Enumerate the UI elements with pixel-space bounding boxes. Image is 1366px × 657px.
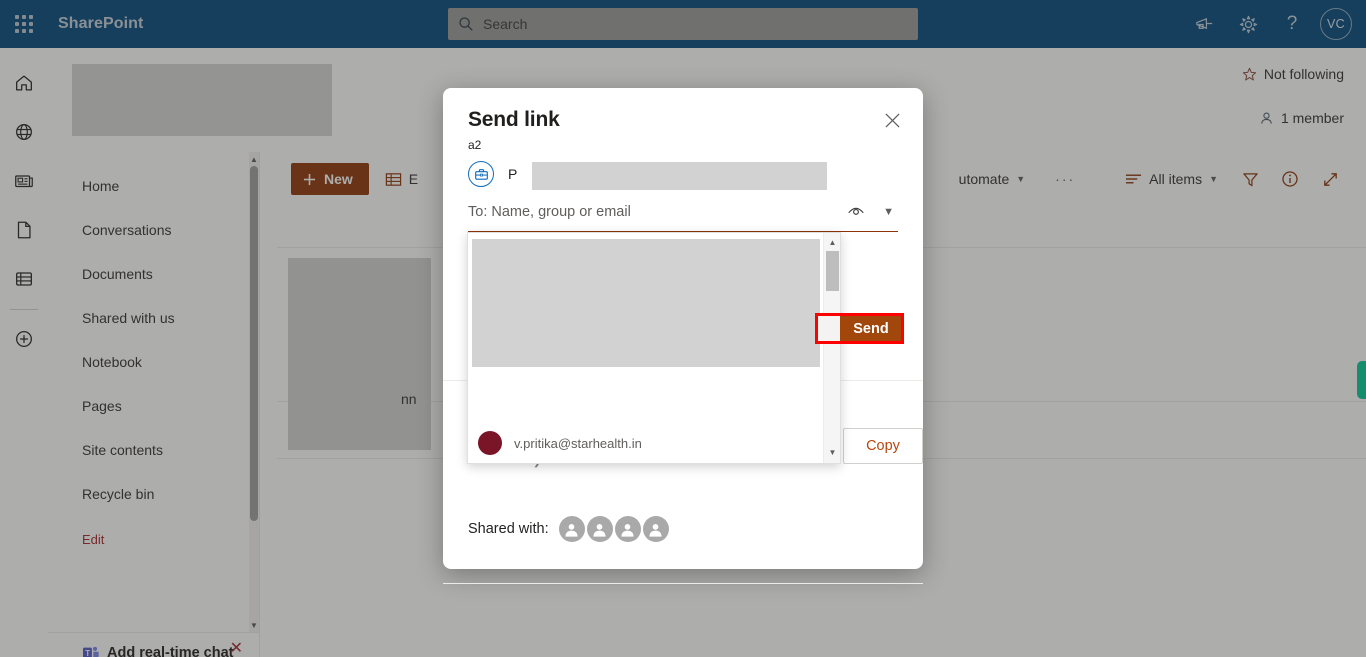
link-permission-row[interactable]: P (468, 156, 898, 192)
shared-with-avatars (558, 516, 671, 542)
avatar (478, 431, 502, 455)
recipients-placeholder: To: Name, group or email (468, 204, 631, 220)
permission-icon-wrap (468, 161, 494, 187)
recipients-field[interactable]: To: Name, group or email ▼ (468, 198, 898, 232)
person-icon (565, 523, 578, 537)
shared-with-row: Shared with: (468, 516, 671, 542)
suggestions-scrollbar-thumb[interactable] (826, 251, 839, 291)
person-icon (593, 523, 606, 537)
dialog-title: Send link (468, 108, 560, 131)
suggestions-scroll-up-icon[interactable]: ▲ (824, 234, 841, 251)
suggestion-row[interactable]: v.pritika@starhealth.in (468, 425, 824, 461)
eye-icon (848, 207, 864, 215)
shared-with-divider (443, 583, 923, 584)
suggestion-email: v.pritika@starhealth.in (514, 435, 642, 451)
avatar[interactable] (642, 516, 669, 542)
briefcase-icon (474, 168, 488, 180)
recipient-suggestions-dropdown[interactable]: v.pritika@starhealth.in ▲ ▼ (467, 232, 841, 464)
suggestions-scrollbar[interactable]: ▲ ▼ (823, 233, 840, 463)
permission-label: P (508, 166, 518, 182)
dialog-close-button[interactable] (884, 112, 901, 134)
person-icon (621, 523, 634, 537)
shared-with-label: Shared with: (468, 521, 549, 537)
send-button[interactable]: Send (840, 314, 902, 343)
avatar[interactable] (614, 516, 641, 542)
recipients-chevron-down-icon[interactable]: ▼ (883, 206, 894, 218)
dialog-subtitle: a2 (468, 138, 482, 152)
send-button-backdrop (818, 316, 840, 341)
close-icon (885, 113, 900, 128)
avatar[interactable] (558, 516, 585, 542)
sharepoint-page: SharePoint Search ? VC Not following 1 m… (0, 0, 1366, 657)
suggestions-redacted (472, 239, 820, 367)
avatar[interactable] (586, 516, 613, 542)
person-icon (649, 523, 662, 537)
copy-button[interactable]: Copy (843, 428, 923, 464)
suggestions-scroll-down-icon[interactable]: ▼ (824, 444, 841, 461)
view-permissions-button[interactable] (846, 202, 866, 225)
permission-text-redacted (532, 162, 827, 190)
